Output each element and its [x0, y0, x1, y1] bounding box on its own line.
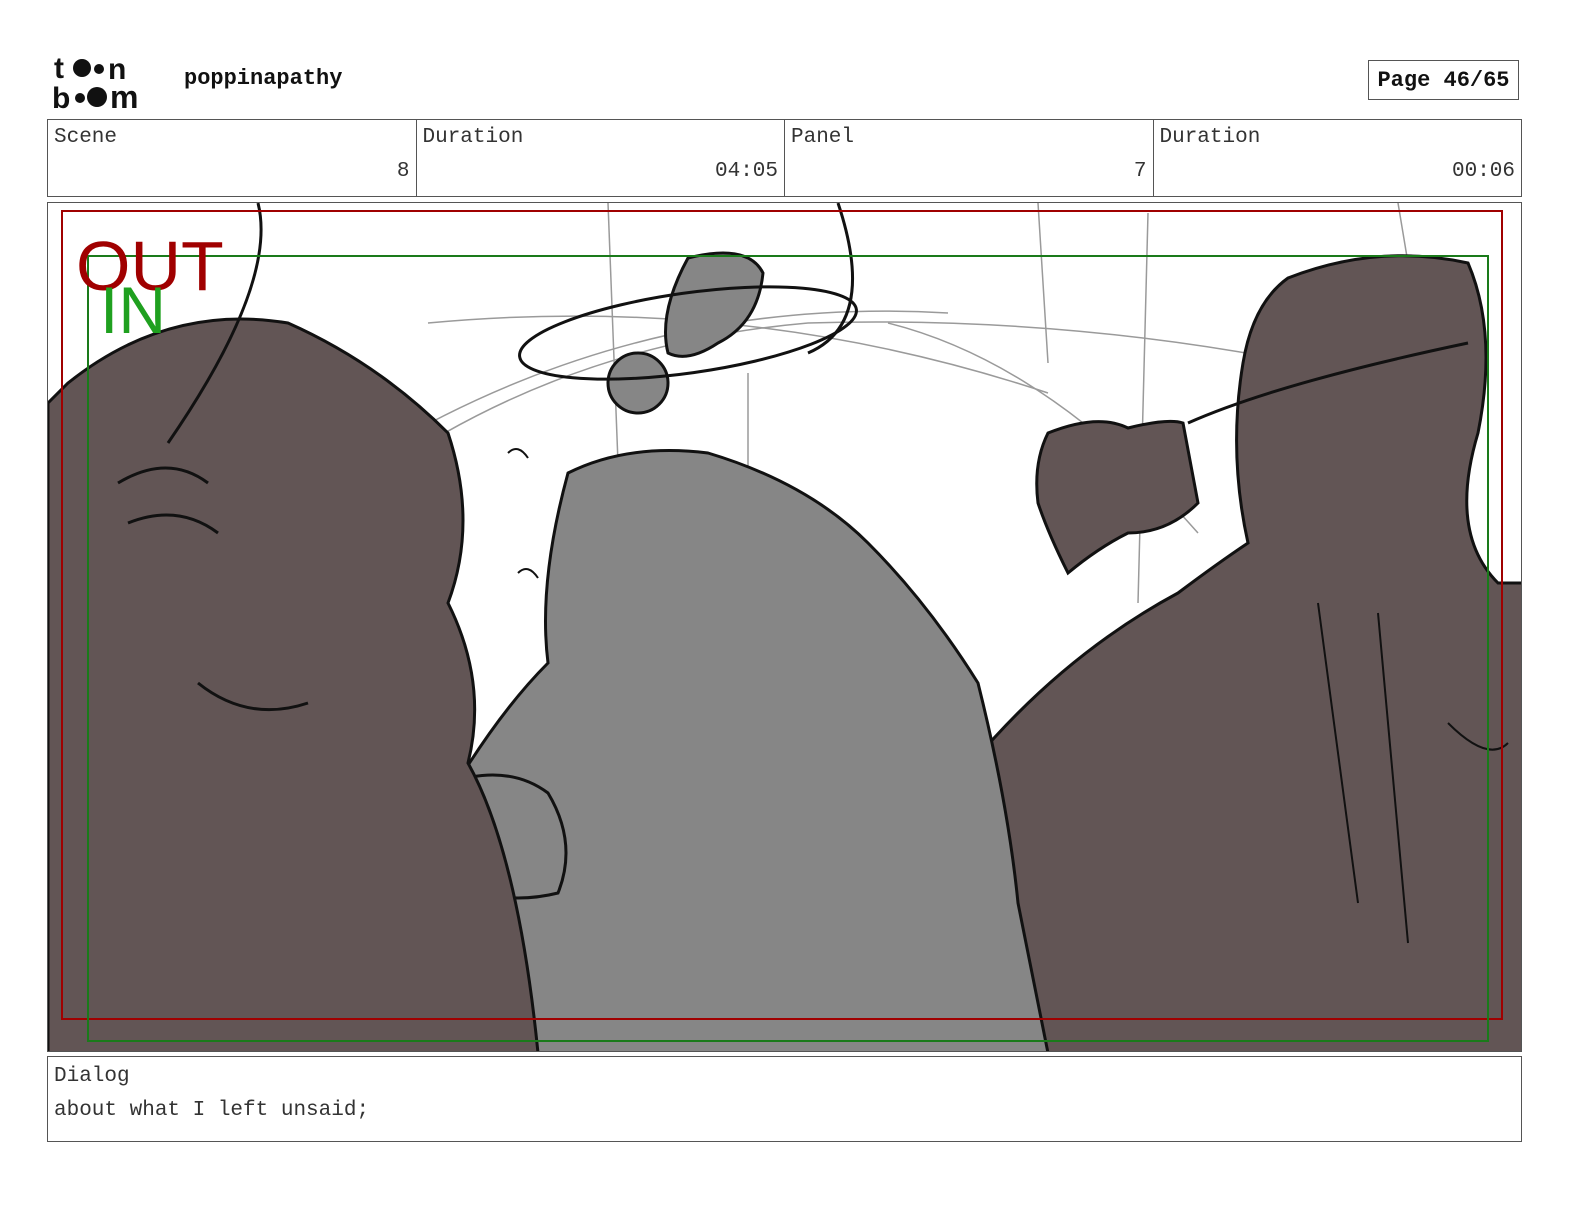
panel-value: 7 [1133, 160, 1147, 183]
project-title: poppinapathy [184, 66, 343, 91]
frame-in-label: IN [100, 273, 166, 347]
dialog-box: Dialog about what I left unsaid; [47, 1056, 1522, 1142]
panel-cell: Panel 7 [785, 120, 1154, 196]
page-indicator: Page 46/65 [1368, 60, 1519, 100]
panel-label: Panel [791, 126, 855, 149]
scene-label: Scene [54, 126, 118, 149]
panel-duration-label: Duration [1159, 126, 1261, 149]
left-figure [48, 317, 540, 1051]
scene-duration-cell: Duration 04:05 [417, 120, 785, 196]
dialog-label: Dialog [54, 1065, 130, 1088]
gas-mask [1035, 419, 1200, 576]
svg-text:m: m [110, 79, 138, 110]
svg-text:t: t [54, 52, 64, 85]
panel-sketch [48, 203, 1521, 1051]
scene-duration-value: 04:05 [714, 160, 778, 183]
storyboard-panel: OUT IN [47, 202, 1522, 1052]
scene-cell: Scene 8 [48, 120, 417, 196]
toon-boom-logo: t n b m [52, 52, 138, 110]
scene-value: 8 [396, 160, 410, 183]
dialog-text: about what I left unsaid; [54, 1099, 370, 1122]
floating-hat [664, 251, 765, 358]
panel-duration-cell: Duration 00:06 [1154, 120, 1522, 196]
panel-duration-value: 00:06 [1451, 160, 1515, 183]
scene-info-table: Scene 8 Duration 04:05 Panel 7 Duration … [47, 119, 1522, 197]
scene-duration-label: Duration [422, 126, 524, 149]
svg-text:b: b [52, 82, 70, 110]
